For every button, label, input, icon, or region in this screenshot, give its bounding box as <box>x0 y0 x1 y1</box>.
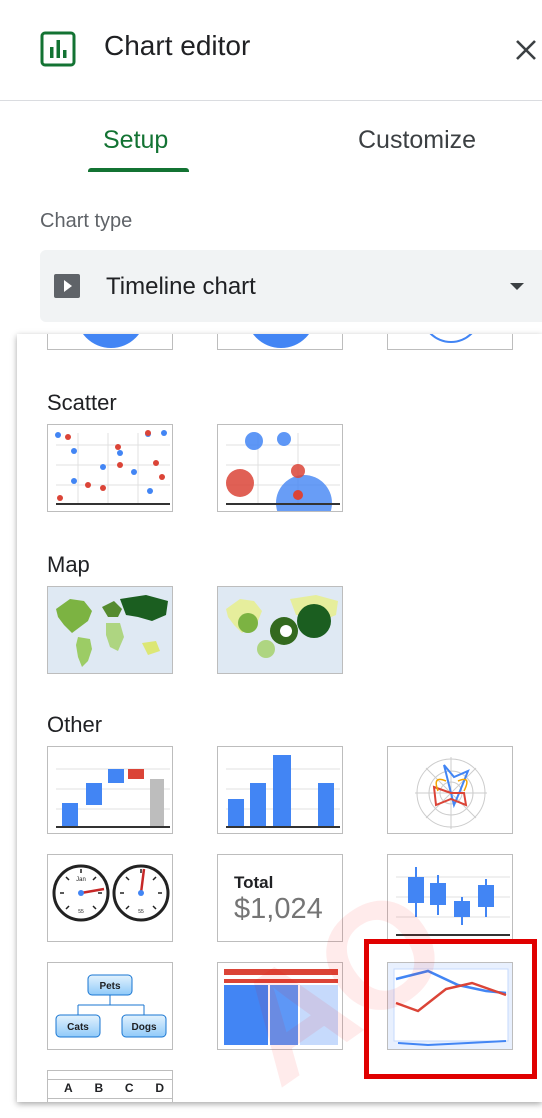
gauge-chart-thumb-icon: Jan 55 55 <box>52 864 170 922</box>
active-tab-indicator <box>88 168 189 172</box>
geo-bubble-thumb-icon <box>218 587 342 673</box>
table-col-b: B <box>94 1081 104 1095</box>
timeline-chart-icon <box>54 274 80 298</box>
scorecard-value: $1,024 <box>234 893 323 925</box>
chart-option-org[interactable]: Pets Cats Dogs <box>47 962 173 1050</box>
chart-option-treemap[interactable] <box>217 962 343 1050</box>
chart-option-geo-bubble[interactable] <box>217 586 343 674</box>
chart-option-histogram[interactable] <box>217 746 343 834</box>
org-chart-thumb-icon: Pets Cats Dogs <box>55 974 167 1038</box>
chart-option-gauge[interactable]: Jan 55 55 <box>47 854 173 942</box>
geo-chart-thumb-icon <box>48 587 172 673</box>
gauge-small-label: 55 <box>78 909 84 915</box>
radar-chart-thumb-icon <box>415 757 487 829</box>
chart-type-label: Chart type <box>40 210 133 232</box>
candlestick-chart-thumb-icon <box>396 867 510 936</box>
treemap-chart-thumb-icon <box>224 969 338 1045</box>
gauge-month-label: Jan <box>76 877 86 883</box>
chart-editor-header: Chart editor <box>0 0 542 101</box>
gauge-small-label-2: 55 <box>138 909 144 915</box>
chart-option-candlestick[interactable] <box>387 854 513 942</box>
histogram-chart-thumb-icon <box>226 755 340 828</box>
section-other: Other <box>47 712 103 737</box>
chart-option-waterfall[interactable] <box>47 746 173 834</box>
table-col-a: A <box>64 1081 73 1095</box>
chart-option-scorecard[interactable]: Total $1,024 <box>217 854 343 942</box>
table-header-row: A B C D <box>64 1081 164 1095</box>
chart-type-selected: Timeline chart <box>106 273 256 300</box>
chart-thumb-icon <box>429 334 473 343</box>
chart-option-geo[interactable] <box>47 586 173 674</box>
pie-chart-thumb-icon <box>83 334 139 348</box>
chart-option-bubble[interactable] <box>217 424 343 512</box>
tab-setup[interactable]: Setup <box>103 126 168 155</box>
editor-tabs: Setup Customize <box>0 100 542 172</box>
table-col-c: C <box>124 1081 134 1095</box>
chart-editor-logo-icon <box>40 31 76 67</box>
org-left-label: Cats <box>67 1022 89 1033</box>
waterfall-chart-thumb-icon <box>56 768 170 828</box>
org-right-label: Dogs <box>132 1022 157 1033</box>
chart-type-dropdown[interactable]: Timeline chart <box>40 250 542 322</box>
chart-option-scatter[interactable] <box>47 424 173 512</box>
chart-option-table[interactable]: A B C D <box>47 1070 173 1102</box>
tab-customize[interactable]: Customize <box>358 126 476 155</box>
chart-option-partial-3[interactable] <box>387 334 513 350</box>
chart-option-partial-1[interactable] <box>47 334 173 350</box>
panel-title: Chart editor <box>104 30 251 61</box>
org-root-label: Pets <box>99 981 121 992</box>
scatter-chart-thumb-icon <box>55 430 170 505</box>
chart-option-partial-2[interactable] <box>217 334 343 350</box>
section-scatter: Scatter <box>47 390 117 415</box>
chart-type-menu: Scatter Map Other Jan 55 55 Total $1,024… <box>17 334 542 1102</box>
close-icon[interactable] <box>512 36 540 64</box>
selected-option-highlight <box>364 939 537 1079</box>
donut-chart-thumb-icon <box>253 334 309 348</box>
scorecard-label: Total <box>234 873 274 892</box>
chart-option-radar[interactable] <box>387 746 513 834</box>
bubble-chart-thumb-icon <box>226 432 340 511</box>
dropdown-arrow-icon <box>510 283 524 290</box>
table-col-d: D <box>155 1081 164 1095</box>
section-map: Map <box>47 552 90 577</box>
